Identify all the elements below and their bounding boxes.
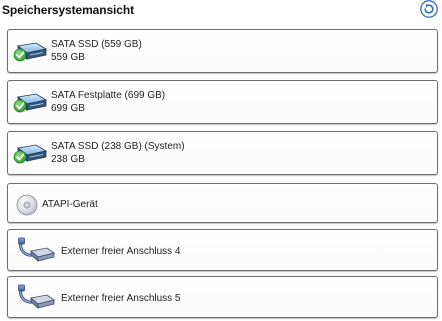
device-name: SATA SSD (238 GB) (System) bbox=[51, 141, 185, 152]
device-size: 559 GB bbox=[51, 52, 85, 63]
device-size: 238 GB bbox=[51, 154, 85, 165]
refresh-icon[interactable] bbox=[420, 0, 438, 18]
device-item-sata-ssd-238-system[interactable]: SATA SSD (238 GB) (System) 238 GB bbox=[7, 131, 438, 175]
device-item-sata-ssd-559[interactable]: SATA SSD (559 GB) 559 GB bbox=[7, 29, 438, 73]
device-size: 699 GB bbox=[51, 103, 85, 114]
device-name: SATA Festplatte (699 GB) bbox=[51, 90, 166, 101]
disk-ok-icon bbox=[12, 37, 48, 65]
device-name: SATA SSD (559 GB) bbox=[51, 39, 142, 50]
device-item-atapi[interactable]: ATAPI-Gerät bbox=[7, 183, 438, 223]
page-title: Speichersystemansicht bbox=[2, 3, 134, 17]
header: Speichersystemansicht bbox=[0, 0, 442, 20]
device-item-external-port-4[interactable]: Externer freier Anschluss 4 bbox=[7, 229, 438, 271]
device-name: ATAPI-Gerät bbox=[42, 199, 98, 210]
disk-ok-icon bbox=[12, 88, 48, 116]
disk-ok-icon bbox=[12, 139, 48, 167]
external-port-icon bbox=[17, 283, 57, 313]
external-port-icon bbox=[17, 236, 57, 266]
device-name: Externer freier Anschluss 5 bbox=[61, 293, 181, 304]
device-item-sata-hdd-699[interactable]: SATA Festplatte (699 GB) 699 GB bbox=[7, 80, 438, 124]
device-item-external-port-5[interactable]: Externer freier Anschluss 5 bbox=[7, 276, 438, 318]
cd-icon bbox=[16, 194, 38, 216]
device-name: Externer freier Anschluss 4 bbox=[61, 246, 181, 257]
